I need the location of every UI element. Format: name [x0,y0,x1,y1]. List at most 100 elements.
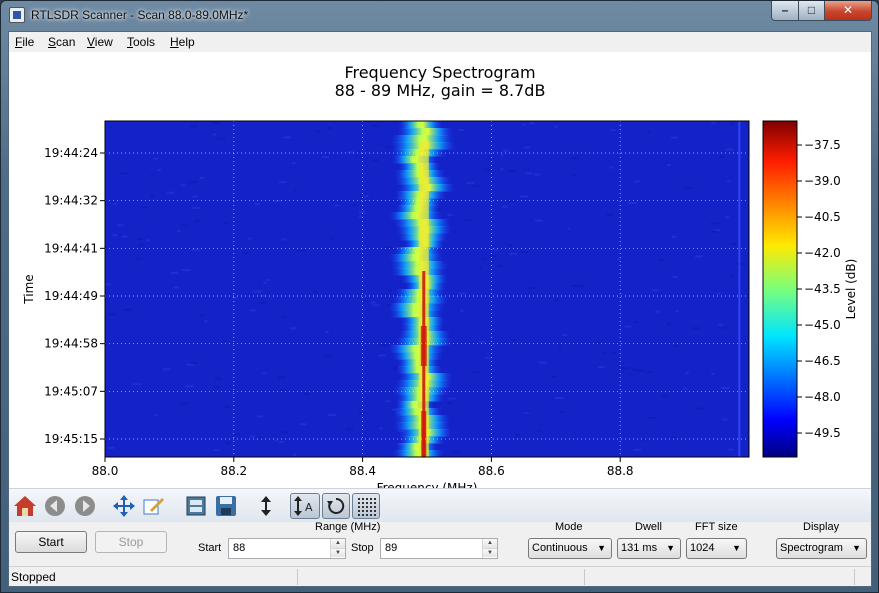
fft-size-value: 1024 [690,542,715,554]
status-text: Stopped [11,570,56,584]
chevron-down-icon: ▼ [732,543,741,553]
app-window: RTLSDR Scanner - Scan 88.0-89.0MHz* – □ … [0,0,879,593]
signal-slice [393,408,442,416]
vertical-range-icon[interactable] [253,493,279,519]
signal-slice [389,254,444,262]
colorbar-tick-label: −48.0 [804,390,841,404]
title-bar[interactable]: RTLSDR Scanner - Scan 88.0-89.0MHz* – □ … [1,1,878,31]
colorbar [762,120,798,458]
chevron-up-icon[interactable]: ▲ [331,539,345,548]
y-tick-label: 19:44:24 [44,146,98,160]
auto-range-icon[interactable]: A [290,493,320,519]
status-separator [854,569,855,585]
y-tick-label: 19:44:49 [44,289,98,303]
menu-view[interactable]: View [87,35,113,49]
save-icon[interactable] [213,493,239,519]
zoom-icon[interactable] [141,493,167,519]
y-tick-label: 19:45:15 [44,432,98,446]
refresh-icon[interactable] [322,493,350,519]
mode-value: Continuous [532,542,588,554]
close-button[interactable]: ✕ [824,1,872,21]
x-tick-label: 88.4 [349,464,376,478]
maximize-button[interactable]: □ [798,1,825,21]
colorbar-tick-label: −49.5 [804,426,841,440]
svg-text:A: A [305,501,313,514]
y-tick-label: 19:44:58 [44,337,98,351]
grid-icon[interactable] [352,493,380,519]
menu-tools[interactable]: Tools [127,35,155,49]
chevron-down-icon[interactable]: ▼ [483,548,497,557]
pan-icon[interactable] [111,493,137,519]
plot-toolbar: A [9,488,871,522]
stop-frequency-stepper[interactable]: ▲ ▼ [482,539,497,558]
mode-select[interactable]: Continuous ▼ [528,538,612,559]
window-title: RTLSDR Scanner - Scan 88.0-89.0MHz* [31,8,249,22]
signal-slice [398,121,443,129]
menu-scan[interactable]: Scan [48,35,75,49]
menu-help[interactable]: Help [170,35,195,49]
y-tick-label: 19:45:07 [44,384,98,398]
back-icon[interactable] [42,493,68,519]
signal-peak-spot [420,326,427,366]
colorbar-tick-label: −37.5 [804,138,841,152]
menu-file[interactable]: File [15,35,34,49]
app-icon [9,7,25,23]
y-tick-label: 19:44:41 [44,241,98,255]
start-button[interactable]: Start [15,531,87,553]
signal-slice [389,212,442,220]
signal-slice [395,205,441,213]
stop-button[interactable]: Stop [95,531,167,553]
signal-slice [388,303,445,311]
chevron-down-icon: ▼ [852,543,861,553]
stop-frequency-input[interactable]: 89 ▲ ▼ [380,538,498,559]
display-select[interactable]: Spectrogram ▼ [776,538,867,559]
stop-frequency-value: 89 [385,542,398,554]
start-frequency-input[interactable]: 88 ▲ ▼ [228,538,346,559]
x-tick-label: 88.0 [92,464,119,478]
dwell-value: 131 ms [621,542,658,554]
signal-slice [397,359,439,367]
stop-label: Stop [351,542,374,554]
signal-slice [388,345,445,353]
client-area: File Scan View Tools Help Frequency Spec… [8,31,872,587]
dwell-select[interactable]: 131 ms ▼ [617,538,681,559]
dwell-label: Dwell [635,521,662,533]
chevron-down-icon[interactable]: ▼ [331,548,345,557]
chevron-down-icon: ▼ [597,543,606,553]
start-label: Start [198,542,222,554]
status-bar: Stopped [9,566,871,586]
colorbar-tick-label: −46.5 [804,354,841,368]
start-frequency-value: 88 [233,542,246,554]
chevron-down-icon: ▼ [666,543,675,553]
start-frequency-stepper[interactable]: ▲ ▼ [330,539,345,558]
menu-bar: File Scan View Tools Help [9,32,871,52]
signal-slice [395,443,438,451]
status-separator [584,569,585,585]
colorbar-tick-label: −45.0 [804,318,841,332]
colorbar-tick-label: −43.5 [804,282,841,296]
range-label: Range (MHz) [315,521,381,533]
signal-slice [392,352,443,360]
plot-area[interactable]: Frequency Spectrogram 88 - 89 MHz, gain … [9,52,871,488]
x-tick-label: 88.8 [607,464,634,478]
display-value: Spectrogram [780,542,843,554]
signal-slice [390,310,443,318]
spectrogram-chart[interactable]: 19:44:24 19:44:32 19:44:41 19:44:49 19:44:58… [9,52,871,488]
y-axis-label: Time [22,274,36,304]
colorbar-tick-label: −42.0 [804,246,841,260]
home-icon[interactable] [12,493,38,519]
x-tick-label: 88.2 [220,464,247,478]
colorbar-tick-label: −39.0 [804,174,841,188]
subplot-icon[interactable] [183,493,209,519]
forward-icon[interactable] [72,493,98,519]
chevron-up-icon[interactable]: ▲ [483,539,497,548]
mode-label: Mode [555,521,583,533]
status-separator [297,569,298,585]
display-label: Display [803,521,840,533]
minimize-button[interactable]: – [771,1,799,21]
x-axis-label: Frequency (MHz) [377,481,478,488]
y-tick-label: 19:44:32 [44,194,98,208]
fft-size-select[interactable]: 1024 ▼ [686,538,747,559]
x-tick-label: 88.6 [478,464,505,478]
signal-slice [392,156,438,164]
